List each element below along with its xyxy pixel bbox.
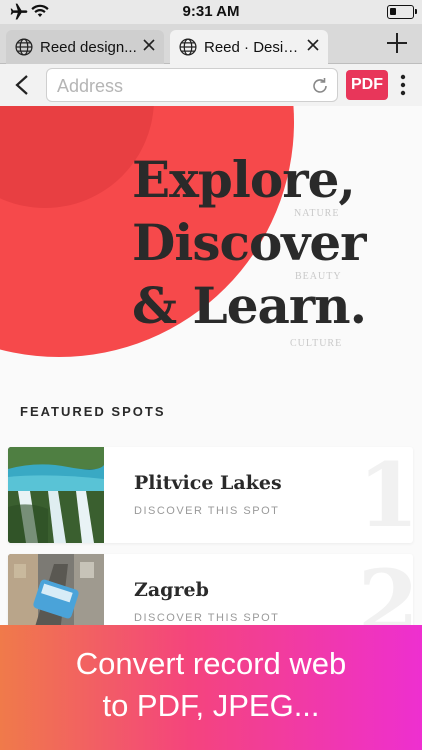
status-bar: 9:31 AM xyxy=(0,0,422,24)
spot-name: Zagreb xyxy=(134,579,209,601)
zagreb-thumbnail xyxy=(8,554,104,625)
close-tab-icon[interactable] xyxy=(142,38,156,52)
tab-reed-design-active[interactable]: Reed · Desig... xyxy=(170,30,328,64)
globe-icon xyxy=(15,38,33,56)
hero-tag-nature: NATURE xyxy=(294,208,340,219)
spot-number: 1 xyxy=(357,447,413,543)
discover-spot-link[interactable]: DISCOVER THIS SPOT xyxy=(134,505,279,517)
hero-headline: Explore, Discover & Learn. xyxy=(132,148,367,337)
address-field[interactable] xyxy=(46,68,338,102)
plitvice-lakes-thumbnail xyxy=(8,447,104,543)
spot-name: Plitvice Lakes xyxy=(134,472,282,494)
more-options-icon[interactable] xyxy=(398,73,408,97)
web-page-content: Explore, Discover & Learn. NATURE BEAUTY… xyxy=(0,106,422,625)
hero-line-3: & Learn. xyxy=(132,276,367,335)
reload-icon[interactable] xyxy=(311,77,329,95)
battery-icon xyxy=(387,5,417,19)
spot-number: 2 xyxy=(357,554,413,625)
back-arrow-icon[interactable] xyxy=(14,74,30,96)
promo-banner: Convert record web to PDF, JPEG... xyxy=(0,625,422,750)
globe-icon xyxy=(179,38,197,56)
featured-heading: FEATURED SPOTS xyxy=(20,404,166,419)
pdf-button[interactable]: PDF xyxy=(346,70,388,100)
spot-card-zagreb[interactable]: Zagreb DISCOVER THIS SPOT 2 xyxy=(8,554,413,625)
discover-spot-link[interactable]: DISCOVER THIS SPOT xyxy=(134,612,279,624)
hero-line-1: Explore, xyxy=(132,150,356,209)
tab-title: Reed · Desig... xyxy=(204,38,304,56)
spot-card-plitvice[interactable]: Plitvice Lakes DISCOVER THIS SPOT 1 xyxy=(8,447,413,543)
promo-line-2: to PDF, JPEG... xyxy=(102,688,320,723)
close-tab-icon[interactable] xyxy=(306,38,320,52)
tab-bar: Reed design... Reed · Desig... xyxy=(0,24,422,64)
hero-line-2: Discover xyxy=(132,213,367,272)
promo-line-1: Convert record web xyxy=(75,646,347,681)
hero-tag-culture: CULTURE xyxy=(290,338,343,349)
address-toolbar: PDF xyxy=(0,64,422,106)
tab-reed-design[interactable]: Reed design... xyxy=(6,30,164,64)
new-tab-plus-icon[interactable] xyxy=(386,32,408,54)
hero-tag-beauty: BEAUTY xyxy=(295,271,342,282)
status-time: 9:31 AM xyxy=(182,3,240,20)
tab-title: Reed design... xyxy=(40,38,137,56)
address-input[interactable] xyxy=(57,74,297,98)
